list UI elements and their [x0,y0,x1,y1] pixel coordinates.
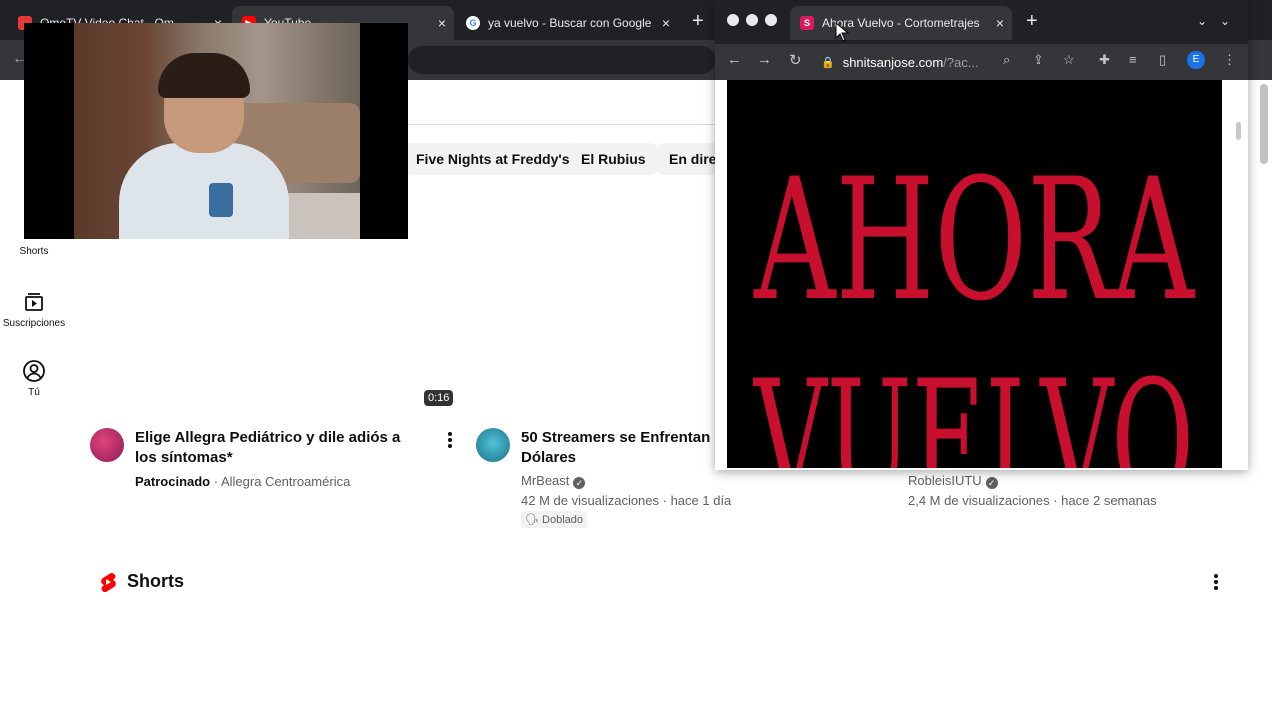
poster-image: AHORA VUELVO [727,80,1222,468]
close-icon[interactable]: × [438,15,446,31]
profile-avatar[interactable]: E [1187,51,1205,69]
sponsored-label: Patrocinado [135,474,211,489]
channel-name: · Allegra Centroamérica [213,474,351,489]
poster-svg: AHORA VUELVO [753,142,1195,468]
popup-tab-bar: S Ahora Vuelvo - Cortometrajes × + ⌄ ⌄ [715,0,1248,44]
poster-line-2: VUELVO [753,344,1194,468]
forward-icon[interactable]: → [757,51,772,68]
close-icon[interactable]: × [996,15,1004,31]
close-icon[interactable]: × [662,15,670,31]
share-icon[interactable]: ⇪ [1033,52,1044,68]
new-tab-button[interactable]: + [692,10,704,33]
chevron-down-icon[interactable]: ⌄ [1220,14,1230,28]
channel-name: RobleisIUTU [908,473,982,488]
reload-icon[interactable]: ↻ [789,51,802,69]
search-bar-edge [408,124,718,125]
tab-title: ya vuelvo - Buscar con Google [488,16,652,30]
tab-ahora-vuelvo[interactable]: S Ahora Vuelvo - Cortometrajes × [790,6,1012,40]
zoom-icon[interactable]: ⌕ [1003,52,1010,68]
channel-row[interactable]: MrBeast ✓ [521,473,586,489]
avatar-mrbeast[interactable] [476,428,510,462]
site-favicon: S [800,16,814,30]
screen: OmeTV Video Chat - Om × ▶ YouTube × G ya… [0,0,1272,720]
video-stats: 2,4 M de visualizaciones · hace 2 semana… [908,493,1157,508]
url-path: /?ac... [943,54,979,70]
tab-google[interactable]: G ya vuelvo - Buscar con Google × [456,6,678,40]
chip-en-directo[interactable]: En direc [657,143,717,175]
more-menu-icon[interactable] [444,430,456,450]
google-favicon: G [466,16,480,30]
chip-el-rubius[interactable]: El Rubius [569,143,658,175]
menu-icon[interactable]: ⋮ [1223,52,1236,68]
verified-icon: ✓ [573,477,586,489]
avatar-allegra[interactable] [90,428,124,462]
dubbed-badge: 🗣 Doblado [521,511,588,528]
dubbed-icon: 🗣 [525,514,539,526]
nav-shorts[interactable]: Shorts [0,246,68,257]
nav-label: Suscripciones [2,318,66,329]
channel-row[interactable]: RobleisIUTU ✓ [908,473,998,489]
nav-subscriptions[interactable]: Suscripciones [0,290,68,329]
shorts-more-icon[interactable] [1210,572,1222,592]
popup-browser-window: S Ahora Vuelvo - Cortometrajes × + ⌄ ⌄ ←… [715,0,1248,470]
mouse-cursor-icon [835,22,849,42]
video-duration: 0:16 [424,390,454,406]
nav-label: Shorts [19,246,49,257]
page-scrollbar[interactable] [1260,84,1268,164]
subscriptions-icon [25,293,43,311]
you-icon [23,360,45,382]
shorts-logo-icon [101,573,116,592]
sidepanel-icon[interactable]: ▯ [1159,52,1166,68]
star-icon[interactable]: ☆ [1063,52,1075,68]
video-stats: 42 M de visualizaciones · hace 1 día [521,493,732,508]
shorts-heading: Shorts [127,571,185,591]
window-control-dot[interactable] [765,14,777,26]
popup-toolbar: ← → ↻ 🔒 shnitsanjose.com /?ac... ⌕ ⇪ ☆ ✚… [715,44,1248,80]
poster-line-1: AHORA [753,142,1195,338]
channel-name: MrBeast [521,473,570,488]
verified-icon: ✓ [985,477,998,489]
webcam-overlay [24,23,408,239]
video-meta: Patrocinado · Allegra Centroamérica [135,474,350,489]
chip-five-nights[interactable]: Five Nights at Freddy's [404,143,582,175]
nav-label: Tú [28,387,40,398]
tab-search-icon[interactable]: ⌄ [1197,14,1207,28]
extensions-icon[interactable]: ✚ [1099,52,1110,68]
popup-address-bar[interactable]: 🔒 shnitsanjose.com /?ac... [821,48,979,76]
lock-icon: 🔒 [821,56,835,69]
video-title[interactable]: Elige Allegra Pediátrico y dile adiós a … [135,428,425,468]
address-bar[interactable] [408,46,716,74]
window-control-dot[interactable] [727,14,739,26]
window-control-dot[interactable] [746,14,758,26]
video-title[interactable]: 50 Streamers se Enfrentan po Dólares [521,428,717,468]
popup-scrollbar[interactable] [1234,88,1242,458]
back-icon[interactable]: ← [727,51,742,68]
nav-you[interactable]: Tú [0,359,68,398]
url-domain: shnitsanjose.com [842,54,944,70]
media-icon[interactable]: ≡ [1129,52,1137,67]
new-tab-button[interactable]: + [1026,10,1038,33]
